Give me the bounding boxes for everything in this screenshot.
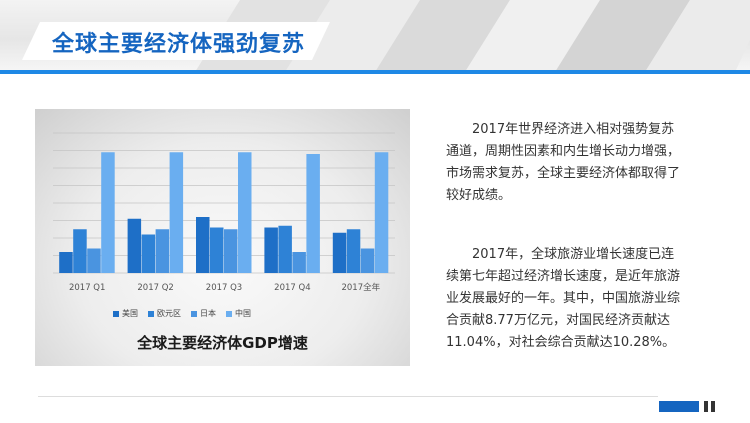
footer-mark [704, 401, 708, 412]
bar-日本-2017 Q2 [155, 229, 170, 273]
footer-mark [711, 401, 715, 412]
x-tick-label: 2017 Q2 [137, 283, 173, 293]
bar-中国-2017 Q2 [169, 152, 184, 273]
bar-美国-2017 Q1 [59, 252, 73, 273]
x-tick-label: 2017 Q3 [206, 283, 242, 293]
bar-日本-2017 Q1 [87, 248, 101, 273]
bar-日本-2017 Q3 [224, 229, 238, 273]
bar-中国-2017 Q4 [306, 154, 320, 273]
x-tick-label: 2017 Q4 [274, 283, 310, 293]
gdp-bar-chart: 2017 Q1 2017 Q2 2017 Q3 2017 Q4 2017全年 [53, 132, 395, 293]
paragraph-1-line: 2017年世界经济进入相对强势复苏 [472, 122, 675, 137]
paragraph-2-line: 2017年，全球旅游业增长速度已连 [472, 247, 675, 262]
footer-divider [38, 396, 658, 397]
bar-欧元区-2017 Q4 [278, 225, 292, 273]
page-title: 全球主要经济体强劲复苏 [52, 32, 306, 57]
legend-item: 日本 [191, 308, 216, 319]
legend-label: 欧元区 [157, 309, 181, 318]
legend-item: 美国 [113, 308, 138, 319]
bar-中国-2017 Q3 [238, 152, 252, 273]
legend-item: 中国 [226, 308, 251, 319]
bar-美国-2017全年 [332, 232, 347, 273]
bar-美国-2017 Q4 [264, 227, 278, 273]
chart-legend: 美国 欧元区 日本 中国 [113, 308, 251, 319]
footer-accent-block [659, 401, 699, 412]
paragraph-2-line: 11.04%，对社会综合贡献达10.28%。 [446, 335, 676, 350]
bar-日本-2017全年 [360, 248, 375, 273]
paragraph-2: 2017年，全球旅游业增长速度已连 续第七年超过经济增长速度，是近年旅游 业发展… [446, 244, 711, 354]
header-divider [0, 70, 750, 74]
bar-美国-2017 Q2 [127, 218, 142, 273]
legend-label: 日本 [200, 309, 216, 318]
chart-title: 全球主要经济体GDP增速 [137, 334, 308, 352]
legend-label: 美国 [122, 309, 138, 318]
paragraph-1-line: 通道，周期性因素和内生增长动力增强， [446, 144, 681, 159]
paragraph-1: 2017年世界经济进入相对强势复苏 通道，周期性因素和内生增长动力增强， 市场需… [446, 119, 711, 207]
bar-中国-2017全年 [374, 152, 389, 273]
legend-label: 中国 [235, 309, 251, 318]
legend-swatch [113, 310, 119, 317]
x-tick-label: 2017全年 [341, 282, 380, 293]
bar-欧元区-2017 Q3 [210, 227, 224, 273]
paragraph-1-line: 市场需求复苏，全球主要经济体都取得了 [446, 166, 681, 181]
bar-美国-2017 Q3 [196, 217, 210, 273]
legend-swatch [148, 310, 154, 317]
legend-item: 欧元区 [148, 308, 181, 319]
chart-panel: 2017 Q1 2017 Q2 2017 Q3 2017 Q4 2017全年 [35, 109, 410, 366]
paragraph-2-line: 业发展最好的一年。其中，中国旅游业综 [446, 291, 681, 306]
bar-欧元区-2017 Q2 [141, 234, 156, 273]
paragraph-2-line: 续第七年超过经济增长速度，是近年旅游 [446, 269, 681, 284]
bar-日本-2017 Q4 [292, 252, 306, 273]
bar-欧元区-2017全年 [346, 229, 361, 273]
bar-中国-2017 Q1 [101, 152, 115, 273]
x-tick-label: 2017 Q1 [69, 283, 105, 293]
paragraph-2-line: 合贡献8.77万亿元，对国民经济贡献达 [446, 313, 670, 328]
legend-swatch [191, 310, 197, 317]
paragraph-1-line: 较好成绩。 [446, 188, 512, 203]
legend-swatch [226, 310, 232, 317]
bar-欧元区-2017 Q1 [73, 229, 87, 273]
